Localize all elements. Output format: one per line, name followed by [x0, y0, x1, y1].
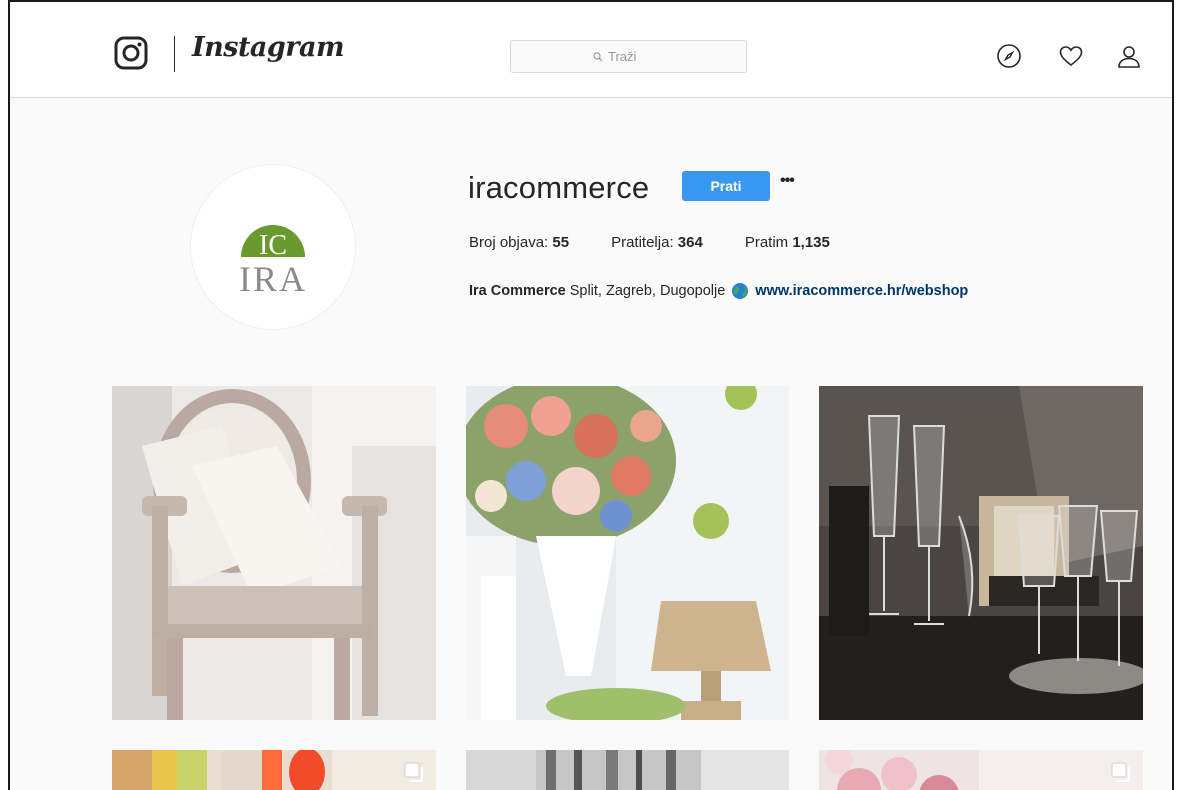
- logo-text-ira: IRA: [239, 259, 307, 297]
- profile-username: iracommerce: [468, 170, 650, 205]
- multiple-posts-icon: [1111, 762, 1130, 782]
- post-tile-6[interactable]: [819, 750, 1143, 790]
- posts-label: Broj objava:: [469, 234, 549, 251]
- stat-followers[interactable]: Pratitelja: 364: [611, 234, 703, 251]
- stat-posts: Broj objava: 55: [469, 234, 569, 251]
- profile-avatar[interactable]: IC IRA: [190, 164, 356, 330]
- globe-icon: [732, 283, 749, 299]
- post-image-glasses: [819, 386, 1143, 720]
- post-image-flowers: [466, 386, 789, 720]
- more-options-button[interactable]: •••: [780, 172, 795, 190]
- bio-name: Ira Commerce: [469, 283, 566, 299]
- post-tile-5[interactable]: [466, 750, 789, 790]
- post-tile-2[interactable]: [466, 386, 789, 720]
- post-tile-4[interactable]: [112, 750, 436, 790]
- instagram-camera-icon[interactable]: [114, 36, 148, 70]
- profile-stats: Broj objava: 55 Pratitelja: 364 Pratim 1…: [469, 234, 872, 251]
- post-tile-1[interactable]: [112, 386, 436, 720]
- browser-frame: Instagram IC IRA iracommerce Prati •••: [8, 0, 1174, 790]
- ira-commerce-logo: IC IRA: [239, 225, 307, 297]
- logo-text-ic: IC: [259, 230, 287, 261]
- multiple-posts-icon: [404, 762, 423, 782]
- post-tile-3[interactable]: [819, 386, 1143, 720]
- following-label: Pratim: [744, 234, 789, 251]
- post-image-trees: [466, 750, 789, 790]
- bio-website-link[interactable]: www.iracommerce.hr/webshop: [755, 283, 968, 299]
- heart-icon[interactable]: [1058, 43, 1084, 69]
- posts-count: 55: [552, 234, 570, 251]
- instagram-wordmark[interactable]: Instagram: [192, 32, 345, 63]
- person-icon[interactable]: [1116, 43, 1142, 69]
- follow-button[interactable]: Prati: [682, 171, 770, 201]
- search-box[interactable]: [510, 40, 747, 73]
- followers-label: Pratitelja:: [611, 234, 674, 251]
- compass-icon[interactable]: [996, 43, 1022, 69]
- followers-count: 364: [677, 234, 703, 251]
- following-count: 1,135: [792, 234, 830, 251]
- profile-bio: Ira Commerce Split, Zagreb, Dugopolje ww…: [469, 282, 968, 300]
- search-input[interactable]: [608, 49, 664, 64]
- logo-divider: [174, 36, 175, 72]
- top-navigation: Instagram: [10, 2, 1172, 98]
- post-image-colorful: [112, 750, 436, 790]
- post-image-chair: [112, 386, 436, 720]
- post-image-orchids: [819, 750, 1143, 790]
- stat-following[interactable]: Pratim 1,135: [745, 234, 830, 251]
- bio-text: Split, Zagreb, Dugopolje: [569, 283, 726, 299]
- search-icon: [593, 51, 603, 61]
